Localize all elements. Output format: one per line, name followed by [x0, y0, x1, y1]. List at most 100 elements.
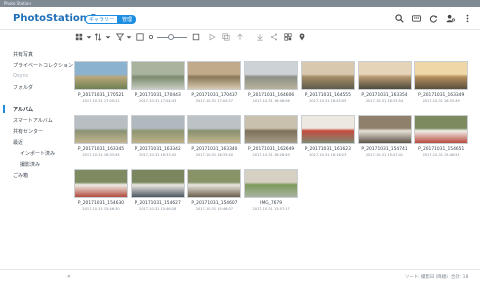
photo-date: 2017-10-31 16:26:49	[252, 153, 290, 157]
sidebar-item-qsync[interactable]: Qsync	[13, 73, 28, 79]
share-icon[interactable]	[270, 33, 278, 41]
sort-dropdown-icon[interactable]	[104, 33, 112, 41]
sidebar-item-smart-album[interactable]: スマートアルバム	[13, 117, 53, 124]
photo-image[interactable]	[414, 115, 469, 144]
photo-image[interactable]	[300, 61, 355, 90]
tag-icon[interactable]	[284, 33, 292, 41]
zoom-in-icon[interactable]	[192, 33, 200, 41]
sidebar-item-imported[interactable]: インポート済み	[20, 150, 55, 157]
total-count: 合計: 18	[451, 275, 469, 280]
play-icon[interactable]	[208, 33, 216, 41]
grid-view-icon[interactable]	[75, 33, 83, 41]
photo-thumbnail[interactable]: P_20171031_163354 2017-10-31 16:33:54	[357, 61, 412, 105]
zoom-out-icon[interactable]	[147, 33, 155, 41]
photo-image[interactable]	[74, 61, 128, 90]
photo-image[interactable]	[414, 61, 469, 90]
sidebar-item-shared-photos[interactable]: 共有写真	[13, 51, 33, 58]
photo-thumbnail[interactable]: P_20171031_163342 2017-10-31 16:33:42	[130, 115, 185, 159]
photo-thumbnail[interactable]: P_20171031_162649 2017-10-31 16:26:49	[244, 115, 299, 159]
filter-dropdown-icon[interactable]	[125, 33, 133, 41]
sidebar-item-folder[interactable]: フォルダ	[13, 84, 33, 91]
photo-date: 2017-10-31 15:46:28	[139, 207, 177, 211]
photo-name: P_20171031_164606	[248, 93, 295, 98]
sort-icon[interactable]	[94, 33, 102, 41]
photo-thumbnail[interactable]: P_20171031_163349 2017-10-31 16:33:49	[414, 61, 469, 105]
collapse-sidebar-button[interactable]: «	[67, 273, 71, 280]
photo-name: P_20171031_163349	[418, 93, 465, 98]
sidebar: 共有写真 プライベートコレクション Qsync フォルダ アルバム スマートアル…	[0, 31, 73, 269]
upload-icon[interactable]	[236, 33, 244, 41]
selected-marker	[3, 105, 5, 113]
photo-image[interactable]	[300, 115, 355, 144]
sidebar-item-trash[interactable]: ごみ箱	[13, 172, 28, 179]
photo-date: 2017-10-31 16:16:23	[309, 153, 347, 157]
photo-image[interactable]	[357, 61, 412, 90]
search-icon[interactable]	[395, 14, 404, 23]
gallery-mode-button[interactable]: ギャラリー	[85, 15, 119, 24]
photo-thumbnail[interactable]: P_20171031_164606 2017-10-31 16:46:06	[244, 61, 299, 105]
photo-thumbnail[interactable]: P_20171031_170521 2017-10-31 17:05:22	[74, 61, 128, 105]
photo-image[interactable]	[187, 115, 242, 144]
photo-thumbnail[interactable]: P_20171031_154630 2017-10-31 15:46:30	[74, 169, 128, 213]
photo-thumbnail[interactable]: P_20171031_170437 2017-10-31 17:04:37	[187, 61, 242, 105]
window-titlebar: Photo Station	[0, 0, 480, 7]
top-bar: PhotoStation 5 ギャラリー 管理	[0, 7, 480, 30]
photo-thumbnail[interactable]: P_20171031_154627 2017-10-31 15:46:28	[130, 169, 185, 213]
photo-image[interactable]	[244, 61, 299, 90]
photo-thumbnail[interactable]: P_20171031_161623 2017-10-31 16:16:23	[300, 115, 355, 159]
photo-station-app: PhotoStation 5 ギャラリー 管理 共有写真 プライベートコレクショ…	[0, 7, 480, 283]
photo-name: P_20171031_170521	[77, 93, 125, 98]
photo-thumbnail[interactable]: P_20171031_164555 2017-10-31 16:45:55	[300, 61, 355, 105]
photo-name: P_20171031_164555	[304, 93, 351, 98]
photo-date: 2017-10-31 13:57:17	[252, 207, 290, 211]
zoom-slider-handle[interactable]	[168, 34, 174, 40]
sidebar-item-recent[interactable]: 最近	[13, 139, 23, 146]
refresh-icon[interactable]	[429, 14, 438, 23]
photo-thumbnail[interactable]: P_20171031_154741 2017-10-31 15:47:41	[357, 115, 412, 159]
photo-date: 2017-10-31 16:46:06	[252, 99, 290, 103]
photo-image[interactable]	[74, 169, 128, 198]
photo-image[interactable]	[187, 61, 242, 90]
photo-image[interactable]	[130, 61, 185, 90]
sidebar-item-private-collection[interactable]: プライベートコレクション	[13, 62, 73, 69]
photo-thumbnail[interactable]: IMG_7679 2017-10-31 13:57:17	[244, 169, 299, 213]
photo-name: P_20171031_154630	[77, 201, 125, 206]
photo-date: 2017-10-31 16:33:40	[195, 153, 233, 157]
manage-mode-button[interactable]: 管理	[118, 15, 137, 24]
slideshow-icon[interactable]	[412, 14, 421, 23]
photo-image[interactable]	[130, 169, 185, 198]
toolbar	[72, 31, 480, 43]
map-pin-icon[interactable]	[298, 33, 306, 41]
photo-thumbnail[interactable]: P_20171031_163345 2017-10-31 16:33:45	[74, 115, 128, 159]
more-menu-icon[interactable]	[463, 14, 472, 23]
filter-icon[interactable]	[116, 33, 124, 41]
download-icon[interactable]	[256, 33, 264, 41]
photo-date: 2017-10-31 15:46:07	[195, 207, 233, 211]
copy-icon[interactable]	[222, 33, 230, 41]
view-dropdown-icon[interactable]	[85, 33, 93, 41]
sidebar-item-share-center[interactable]: 共有センター	[13, 128, 43, 135]
sidebar-item-taken[interactable]: 撮影済み	[20, 161, 40, 168]
photo-thumbnail[interactable]: P_20171031_154607 2017-10-31 15:46:07	[187, 169, 242, 213]
user-settings-icon[interactable]	[446, 14, 455, 23]
status-bar: « ソート: 撮影日 (降順) 合計: 18	[0, 269, 480, 283]
photo-thumbnail[interactable]: P_20171031_170443 2017-10-31 17:04:43	[130, 61, 185, 105]
photo-date: 2017-10-31 16:33:54	[365, 99, 404, 103]
photo-grid: P_20171031_170521 2017-10-31 17:05:22 P_20…	[72, 43, 480, 269]
photo-image[interactable]	[130, 115, 185, 144]
select-icon[interactable]	[136, 33, 144, 41]
photo-name: P_20171031_154607	[191, 201, 238, 206]
sidebar-item-album[interactable]: アルバム	[13, 106, 33, 113]
photo-image[interactable]	[74, 115, 128, 144]
photo-name: P_20171031_170437	[191, 93, 238, 98]
photo-thumbnail[interactable]: P_20171031_163340 2017-10-31 16:33:40	[187, 115, 242, 159]
photo-date: 2017-10-31 16:33:42	[139, 153, 177, 157]
photo-image[interactable]	[357, 115, 412, 144]
photo-image[interactable]	[244, 115, 299, 144]
photo-name: P_20171031_163345	[77, 147, 125, 152]
photo-image[interactable]	[244, 169, 299, 198]
photo-date: 2017-10-31 17:04:43	[139, 99, 177, 103]
photo-name: P_20171031_163342	[134, 147, 181, 152]
photo-thumbnail[interactable]: P_20171031_154651 2017-10-31 15:46:51	[414, 115, 469, 159]
photo-image[interactable]	[187, 169, 242, 198]
